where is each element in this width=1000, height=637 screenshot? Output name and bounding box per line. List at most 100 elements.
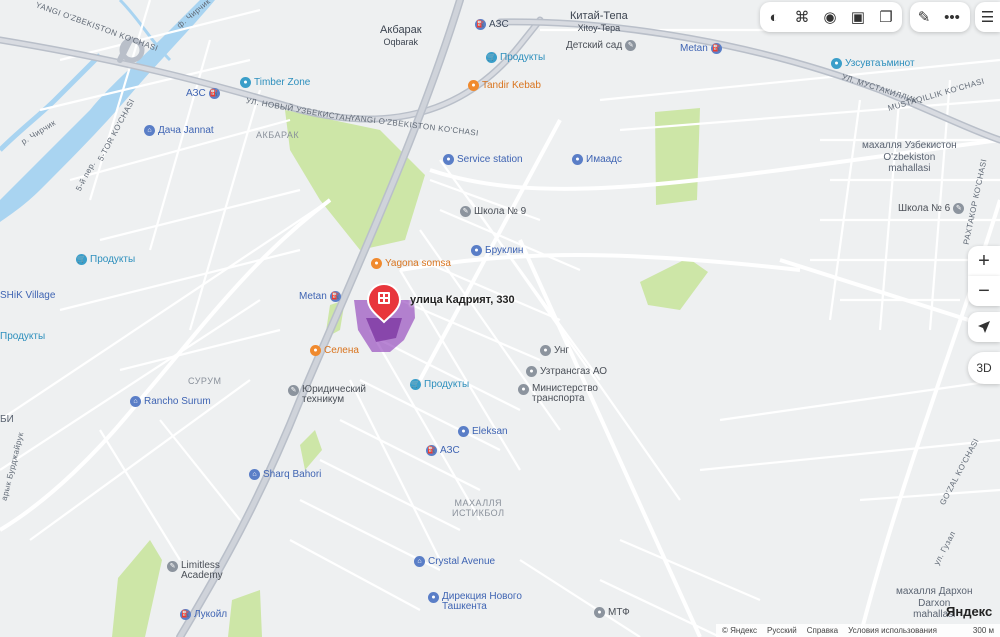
locate-icon [978, 321, 990, 333]
place-label: Китай-Тепа Xitoy-Tepa [570, 10, 628, 33]
place-label: махалля Узбекистон O'zbekiston mahallasi [862, 140, 957, 174]
cart-icon: 🛒 [486, 52, 497, 63]
office-icon: ● [540, 345, 551, 356]
poi[interactable]: ● Service station [443, 154, 523, 165]
poi[interactable]: Продукты [0, 332, 45, 342]
food-icon: ● [468, 80, 479, 91]
poi[interactable]: ⌂ Crystal Avenue [414, 556, 495, 567]
menu-icon[interactable]: ☰ [975, 3, 1000, 31]
office-icon: ● [572, 154, 583, 165]
fuel-icon: ⛽ [475, 19, 486, 30]
poi[interactable]: ⌂ Sharq Bahori [249, 469, 321, 480]
language-selector[interactable]: Русский [767, 626, 797, 635]
map-footer: © Яндекс Русский Справка Условия использ… [716, 624, 1000, 637]
help-link[interactable]: Справка [807, 626, 838, 635]
office-icon: ● [831, 58, 842, 69]
poi[interactable]: ● Имаадс [572, 154, 622, 165]
poi[interactable]: ● Узсувтаъминот [831, 58, 915, 69]
poi[interactable]: 🛒 Продукты [76, 254, 135, 265]
poi[interactable]: Metan ⛽ [299, 291, 341, 302]
house-icon: ⌂ [414, 556, 425, 567]
menu-toolbar: ☰ [975, 2, 1000, 32]
school-icon: ✎ [288, 385, 299, 396]
poi[interactable]: ⛽ АЗС [475, 19, 509, 30]
photo-icon[interactable]: ◉ [816, 3, 844, 31]
fuel-icon: ⛽ [180, 609, 191, 620]
more-icon[interactable]: ••• [938, 3, 966, 31]
poi[interactable]: ● Дирекция Нового Ташкента [428, 592, 522, 612]
office-icon: ● [428, 592, 439, 603]
fuel-icon: ⛽ [710, 43, 722, 54]
scale-label: 300 м [972, 626, 994, 635]
poi[interactable]: ⌂ Rancho Surum [130, 396, 211, 407]
house-icon: ⌂ [249, 469, 260, 480]
school-icon: ✎ [167, 561, 178, 572]
layers-icon[interactable]: ◐ [760, 3, 788, 31]
layers-toolbar: ◐ ⌘ ◉ ▣ ❐ [760, 2, 902, 32]
poi[interactable]: 🛒 Продукты [486, 52, 545, 63]
tools-toolbar: ✎ ••• [910, 2, 970, 32]
fuel-icon: ⛽ [208, 88, 220, 99]
poi[interactable]: ● Tandir Kebab [468, 80, 541, 91]
school-icon: ✎ [460, 206, 471, 217]
shop-icon: ● [458, 426, 469, 437]
car-icon: ● [443, 154, 454, 165]
office-icon: ● [594, 607, 605, 618]
office-icon: ● [526, 366, 537, 377]
school-icon: ✎ [953, 203, 965, 214]
poi[interactable]: Детский сад ✎ [566, 40, 637, 51]
poi[interactable]: ⛽ АЗС [426, 445, 460, 456]
shop-icon: ● [240, 77, 251, 88]
zoom-out-button[interactable]: − [968, 276, 1000, 306]
poi[interactable]: ● Eleksan [458, 426, 508, 437]
cart-icon: 🛒 [76, 254, 87, 265]
poi[interactable]: ● МТФ [594, 607, 630, 618]
poi[interactable]: ● Узтрансгаз АО [526, 366, 607, 377]
poi[interactable]: ✎ Школа № 9 [460, 206, 526, 217]
poi[interactable]: АЗС ⛽ [186, 88, 220, 99]
transit-icon[interactable]: ▣ [844, 3, 872, 31]
place-label: СУРУМ [188, 376, 222, 386]
poi[interactable]: ⌂ Дача Jannat [144, 125, 214, 136]
locate-button[interactable] [968, 312, 1000, 342]
map-type-icon[interactable]: ❐ [872, 3, 900, 31]
office-icon: ● [518, 384, 529, 395]
park-area [655, 108, 700, 205]
marker-label[interactable]: улица Кадрият, 330 [410, 294, 515, 306]
panorama-icon[interactable]: ⌘ [788, 3, 816, 31]
house-icon: ⌂ [130, 396, 141, 407]
poi[interactable]: ● Бруклин [471, 245, 523, 256]
poi[interactable]: 🛒 Продукты [410, 379, 469, 390]
poi[interactable]: ✎ Limitless Academy [167, 561, 223, 581]
poi[interactable]: SHiK Village [0, 291, 55, 301]
food-icon: ● [310, 345, 321, 356]
zoom-in-button[interactable]: + [968, 246, 1000, 276]
shop-icon: ● [471, 245, 482, 256]
poi[interactable]: ● Timber Zone [240, 77, 310, 88]
place-label: Акбарак Oqbarak [380, 24, 422, 47]
poi[interactable]: ● Министерство транспорта [518, 384, 598, 404]
copyright[interactable]: © Яндекс [722, 626, 757, 635]
fuel-icon: ⛽ [329, 291, 341, 302]
poi[interactable]: ● Yagona somsa [371, 258, 451, 269]
poi[interactable]: ⛽ Лукойл [180, 609, 227, 620]
ruler-icon[interactable]: ✎ [910, 3, 938, 31]
school-icon: ✎ [625, 40, 637, 51]
3d-button[interactable]: 3D [968, 352, 1000, 384]
fuel-icon: ⛽ [426, 445, 437, 456]
place-label: МАХАЛЛЯ ИСТИКБОЛ [452, 498, 505, 519]
map-canvas[interactable] [0, 0, 1000, 637]
building-icon [378, 292, 390, 304]
house-icon: ⌂ [144, 125, 155, 136]
poi[interactable]: Школа № 6 ✎ [898, 203, 965, 214]
terms-link[interactable]: Условия использования [848, 626, 937, 635]
place-label: АКБАРАК [256, 130, 300, 140]
yandex-logo[interactable]: Яндекс [946, 604, 992, 619]
food-icon: ● [371, 258, 382, 269]
poi[interactable]: Metan ⛽ [680, 43, 722, 54]
poi[interactable]: ● Селена [310, 345, 359, 356]
cart-icon: 🛒 [410, 379, 421, 390]
poi[interactable]: ● Унг [540, 345, 569, 356]
place-label: БИ [0, 414, 14, 425]
poi[interactable]: ✎ Юридический техникум [288, 385, 366, 405]
